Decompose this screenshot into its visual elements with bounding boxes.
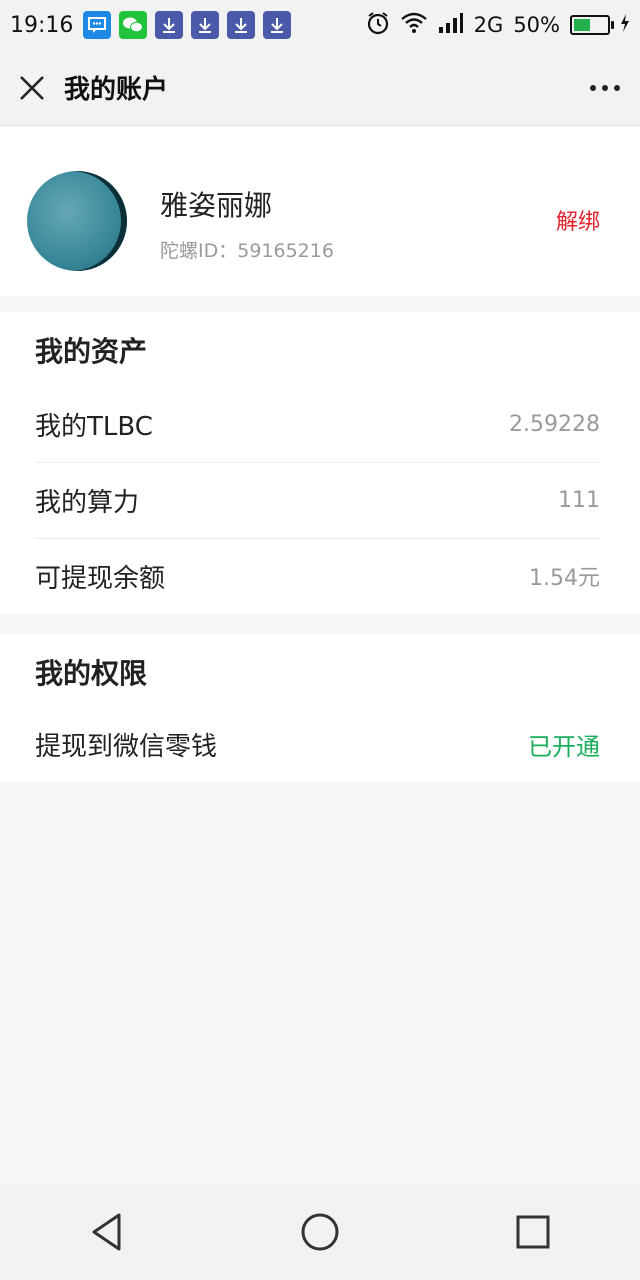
alarm-icon (366, 11, 390, 40)
account-card: 雅姿丽娜 陀螺ID：59165216 解绑 (0, 126, 640, 296)
asset-value: 1.54元 (529, 566, 600, 591)
page-title: 我的账户 (64, 75, 169, 105)
battery-icon (570, 15, 614, 35)
home-button[interactable] (280, 1192, 360, 1272)
user-name: 雅姿丽娜 (160, 189, 273, 222)
header: 我的账户 (0, 50, 640, 126)
asset-label: 我的算力 (35, 487, 140, 518)
avatar (27, 171, 127, 271)
assets-title: 我的资产 (35, 335, 148, 368)
permissions-title: 我的权限 (35, 657, 148, 690)
unbind-button[interactable]: 解绑 (556, 204, 600, 236)
battery-fill (574, 19, 590, 31)
asset-row-tlbc[interactable]: 我的TLBC 2.59228 (35, 386, 600, 463)
message-icon (83, 11, 112, 39)
battery-percent: 50% (513, 13, 560, 37)
system-nav-bar (0, 1184, 640, 1280)
download-icon (191, 11, 220, 39)
back-button[interactable] (67, 1192, 147, 1272)
close-button[interactable] (0, 50, 64, 125)
signal-icon (438, 12, 464, 39)
permission-row-wechat-withdraw[interactable]: 提现到微信零钱 已开通 (35, 706, 600, 782)
close-icon (20, 75, 44, 100)
asset-value: 2.59228 (509, 411, 600, 437)
status-bar: 19:16 2G 50% (0, 0, 640, 50)
user-id-value: 59165216 (237, 240, 334, 262)
permission-status: 已开通 (528, 732, 600, 761)
status-time: 19:16 (10, 12, 74, 38)
asset-value: 111 (558, 487, 600, 513)
charging-icon (620, 13, 630, 38)
download-icon (227, 11, 256, 39)
recents-button[interactable] (493, 1192, 573, 1272)
wechat-icon (119, 11, 148, 39)
network-type: 2G (473, 13, 504, 37)
download-icon (263, 11, 292, 39)
wifi-icon (400, 12, 428, 39)
more-button[interactable] (570, 50, 640, 125)
permission-label: 提现到微信零钱 (35, 731, 218, 762)
asset-row-withdrawable[interactable]: 可提现余额 1.54元 (35, 538, 600, 614)
recents-square-icon (516, 1215, 550, 1249)
more-icon (590, 84, 620, 91)
assets-section: 我的资产 我的TLBC 2.59228 我的算力 111 可提现余额 1.54元 (0, 312, 640, 614)
home-circle-icon (301, 1213, 339, 1251)
permissions-section: 我的权限 提现到微信零钱 已开通 (0, 634, 640, 782)
asset-label: 可提现余额 (35, 563, 166, 594)
user-id-label: 陀螺ID： (160, 240, 238, 262)
asset-row-hashrate[interactable]: 我的算力 111 (35, 462, 600, 539)
user-id: 陀螺ID：59165216 (160, 236, 334, 263)
back-triangle-icon (92, 1213, 121, 1251)
asset-label: 我的TLBC (35, 411, 153, 442)
download-icon (155, 11, 184, 39)
notification-icons (83, 11, 292, 39)
